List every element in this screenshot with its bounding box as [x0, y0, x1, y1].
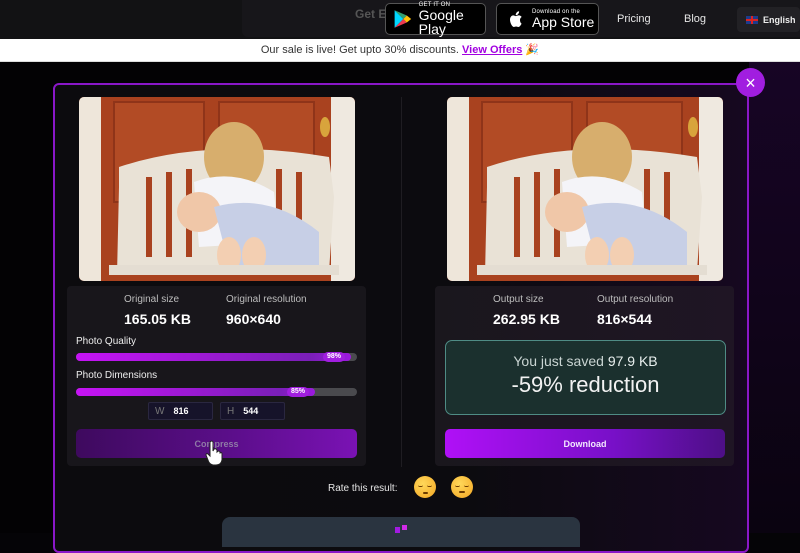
close-button[interactable]: ×: [736, 68, 765, 97]
output-size-label: Output size: [493, 294, 544, 305]
google-play-icon: [394, 10, 412, 28]
height-input[interactable]: H 544: [220, 402, 285, 420]
party-popper-icon: 🎉: [525, 44, 540, 56]
photo-dimensions-badge[interactable]: 85%: [287, 387, 310, 397]
photo-quality-fill: [76, 353, 351, 361]
uk-flag-icon: [746, 15, 758, 24]
apple-icon: [510, 11, 522, 27]
width-input[interactable]: W 816: [148, 402, 213, 420]
savings-summary: You just saved 97.9 KB -59% reduction: [445, 340, 726, 415]
language-label: English: [763, 14, 796, 25]
nav-blog[interactable]: Blog: [684, 13, 706, 25]
view-offers-link[interactable]: View Offers: [462, 44, 522, 56]
output-photo: [447, 97, 723, 281]
original-resolution-value: 960×640: [226, 311, 281, 327]
photo-dimensions-slider[interactable]: 85%: [76, 387, 357, 397]
backdrop-side: [749, 62, 800, 533]
photo-quality-slider[interactable]: 98%: [76, 352, 357, 362]
close-icon: ×: [745, 72, 756, 93]
language-selector[interactable]: English: [737, 7, 800, 32]
original-resolution-label: Original resolution: [226, 294, 307, 305]
sad-face-icon[interactable]: [414, 476, 436, 498]
bottom-card-icon: [395, 525, 407, 533]
output-size-value: 262.95 KB: [493, 311, 560, 327]
nav-pricing[interactable]: Pricing: [617, 13, 651, 25]
google-play-label: Google Play: [418, 7, 464, 37]
get-app-text: Get E: [355, 7, 387, 21]
output-resolution-value: 816×544: [597, 311, 652, 327]
reduction-text: -59% reduction: [511, 372, 660, 397]
google-play-button[interactable]: GET IT ON Google Play: [385, 2, 486, 37]
download-label: Download: [563, 438, 607, 449]
app-store-label: App Store: [532, 14, 595, 30]
photo-dimensions-label: Photo Dimensions: [76, 370, 158, 381]
photo-quality-label: Photo Quality: [76, 336, 137, 347]
download-button[interactable]: Download: [445, 429, 725, 458]
photo-quality-badge[interactable]: 98%: [323, 352, 346, 362]
width-label: W: [155, 405, 165, 417]
app-store-button[interactable]: Download on the App Store: [496, 3, 599, 35]
neutral-face-icon[interactable]: [451, 476, 473, 498]
original-size-label: Original size: [124, 294, 180, 305]
output-resolution-label: Output resolution: [597, 294, 674, 305]
rate-label: Rate this result:: [328, 483, 398, 494]
promo-text: Our sale is live! Get upto 30% discounts…: [260, 44, 463, 56]
height-value: 544: [243, 406, 259, 416]
saved-prefix: You just saved: [513, 353, 608, 369]
hand-cursor-icon: [205, 440, 223, 466]
saved-amount: 97.9 KB: [607, 353, 658, 369]
height-label: H: [227, 405, 235, 417]
column-divider: [401, 97, 402, 467]
saved-line: You just saved 97.9 KB: [446, 353, 725, 369]
original-photo: [79, 97, 355, 281]
photo-dimensions-fill: [76, 388, 315, 396]
width-value: 816: [173, 406, 189, 416]
original-size-value: 165.05 KB: [124, 311, 191, 327]
promo-banner: Our sale is live! Get upto 30% discounts…: [0, 39, 800, 62]
